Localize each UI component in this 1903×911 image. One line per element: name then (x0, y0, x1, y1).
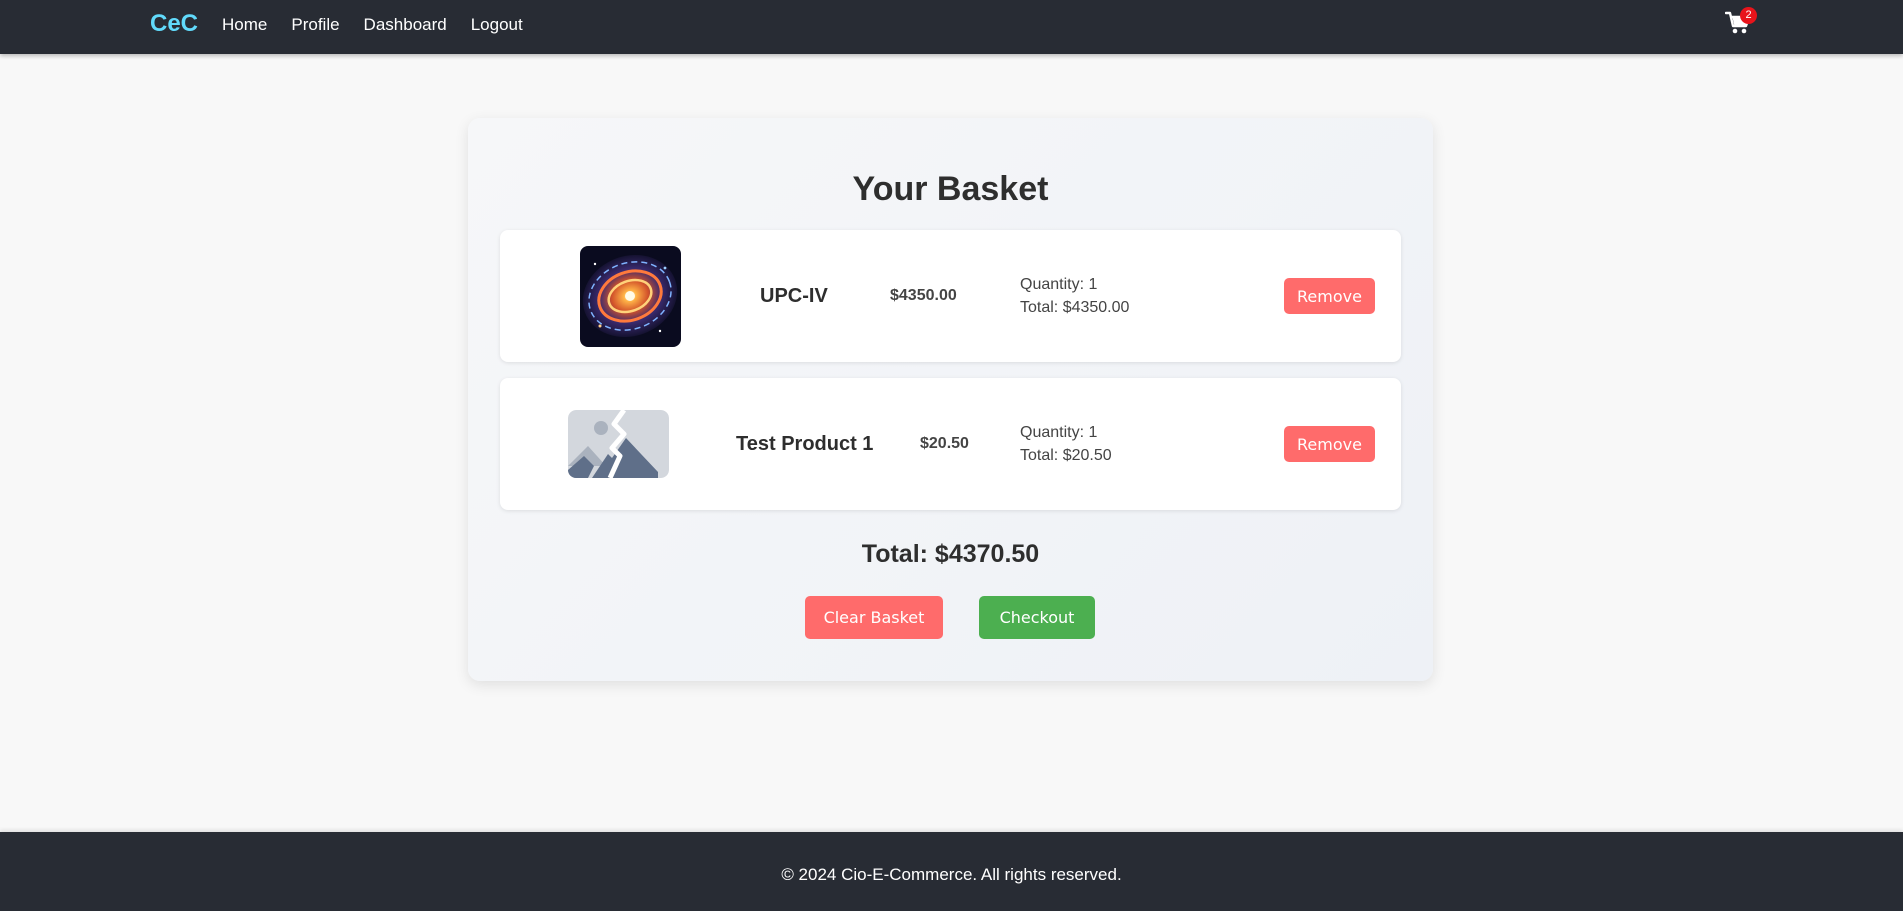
nav-links: Home Profile Dashboard Logout (222, 15, 523, 35)
remove-item-button[interactable]: Remove (1284, 278, 1375, 314)
footer-copyright: © 2024 Cio-E-Commerce. All rights reserv… (781, 865, 1122, 884)
checkout-button[interactable]: Checkout (979, 596, 1095, 639)
product-info: Quantity: 1 Total: $4350.00 (1020, 273, 1129, 319)
page-footer: © 2024 Cio-E-Commerce. All rights reserv… (0, 832, 1903, 911)
product-name: Test Product 1 (736, 433, 874, 455)
top-navbar: CeC Home Profile Dashboard Logout 2 (0, 0, 1903, 54)
nav-link-logout[interactable]: Logout (471, 15, 523, 35)
product-line-total: Total: $4350.00 (1020, 299, 1130, 316)
broken-image-icon (568, 410, 669, 478)
product-name: UPC-IV (760, 285, 828, 307)
cart-count-badge: 2 (1740, 7, 1757, 24)
nav-link-home[interactable]: Home (222, 15, 267, 35)
product-price: $4350.00 (890, 287, 957, 304)
product-info: Quantity: 1 Total: $20.50 (1020, 421, 1112, 467)
cart-button[interactable]: 2 (1725, 7, 1757, 36)
remove-item-button[interactable]: Remove (1284, 426, 1375, 462)
product-price: $20.50 (920, 435, 969, 452)
basket-item: Test Product 1 $20.50 Quantity: 1 Total:… (500, 378, 1401, 510)
page-title: Your Basket (852, 170, 1049, 208)
basket-grand-total: Total: $4370.50 (861, 540, 1040, 568)
product-quantity: Quantity: 1 (1020, 276, 1098, 293)
nav-link-dashboard[interactable]: Dashboard (364, 15, 447, 35)
basket-item: UPC-IV $4350.00 Quantity: 1 Total: $4350… (500, 230, 1401, 362)
product-quantity: Quantity: 1 (1020, 424, 1098, 441)
brand-logo-link[interactable]: CeC (150, 10, 198, 38)
basket-card: Your Basket UPC-IV $4350.00 Quantity: 1 … (468, 118, 1433, 681)
clear-basket-button[interactable]: Clear Basket (805, 596, 943, 639)
nav-link-profile[interactable]: Profile (291, 15, 339, 35)
product-image-galaxy (580, 246, 681, 347)
product-line-total: Total: $20.50 (1020, 447, 1112, 464)
